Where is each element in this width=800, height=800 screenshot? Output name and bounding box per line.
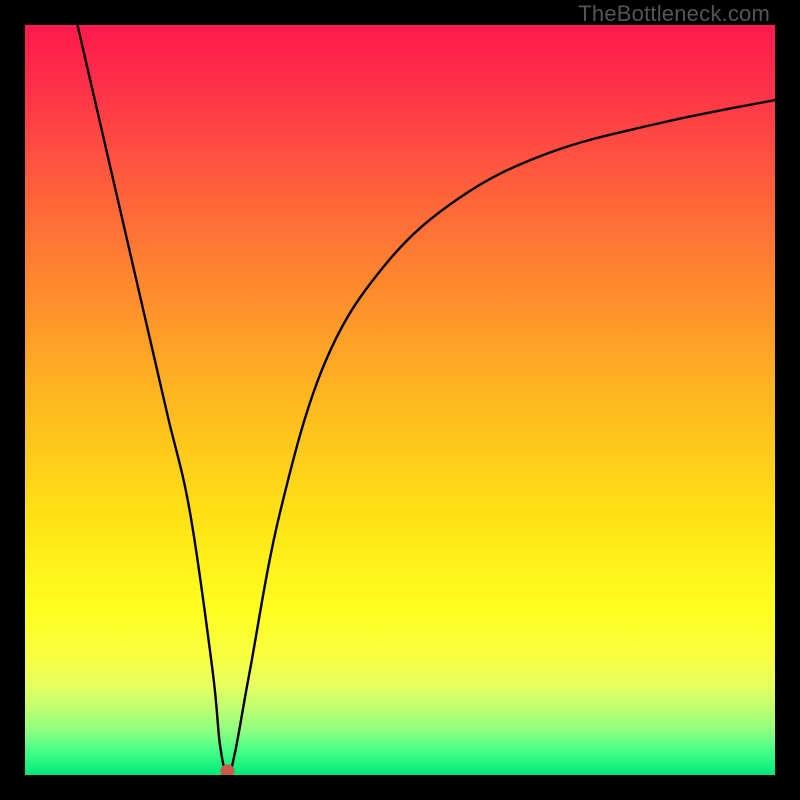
watermark-label: TheBottleneck.com — [578, 1, 770, 27]
bottleneck-chart — [25, 25, 775, 775]
bottleneck-curve — [78, 25, 776, 775]
